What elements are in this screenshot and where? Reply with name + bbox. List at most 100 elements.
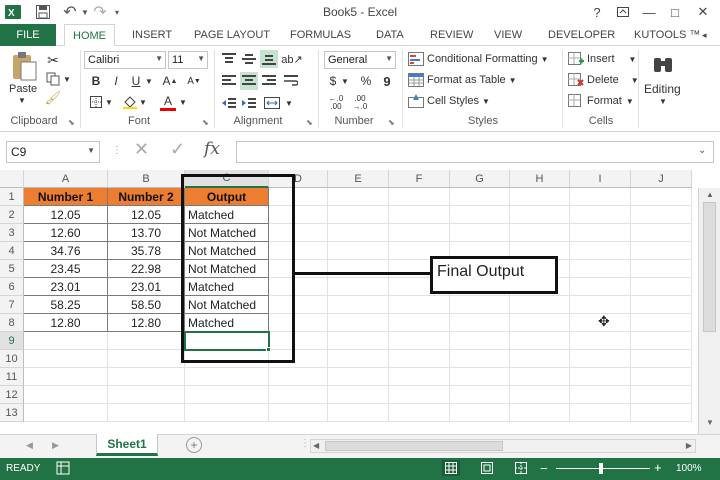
binoculars-icon[interactable] — [648, 52, 678, 78]
horizontal-scroll-thumb[interactable] — [325, 441, 503, 451]
row-header[interactable]: 12 — [0, 386, 24, 404]
prev-sheet-icon[interactable]: ◀ — [26, 440, 33, 451]
tab-view[interactable]: VIEW — [494, 24, 522, 46]
expand-formula-bar-icon[interactable]: ⌄ — [698, 145, 706, 156]
maximize-button[interactable]: □ — [664, 2, 686, 22]
alignment-launcher-icon[interactable]: ⬊ — [306, 118, 313, 127]
copy-dropdown-icon[interactable]: ▼ — [62, 71, 72, 87]
scroll-down-icon[interactable]: ▼ — [706, 418, 714, 427]
grow-font-icon[interactable]: A ▲ — [160, 72, 180, 90]
macro-record-icon[interactable] — [56, 461, 70, 478]
table-cell[interactable]: 58.50 — [108, 296, 185, 314]
paste-button[interactable]: Paste — [9, 83, 37, 95]
row-header[interactable]: 11 — [0, 368, 24, 386]
help-button[interactable]: ? — [586, 2, 608, 22]
top-align-icon[interactable] — [220, 50, 238, 68]
next-sheet-icon[interactable]: ▶ — [52, 440, 59, 451]
format-painter-icon[interactable]: 🖌 — [44, 90, 62, 106]
insert-function-button[interactable]: fx — [204, 139, 220, 159]
row-header[interactable]: 7 — [0, 296, 24, 314]
page-layout-view-icon[interactable] — [478, 460, 496, 476]
column-header-a[interactable]: A — [24, 170, 108, 188]
row-header[interactable]: 1 — [0, 188, 24, 206]
cut-icon[interactable]: ✂ — [44, 52, 62, 68]
select-all-corner[interactable] — [0, 170, 24, 188]
delete-cells-button[interactable]: Delete ▼ — [568, 73, 639, 87]
table-cell[interactable]: 12.05 — [108, 206, 185, 224]
row-header[interactable]: 9 — [0, 332, 24, 350]
table-cell[interactable]: 22.98 — [108, 260, 185, 278]
tab-page-layout[interactable]: PAGE LAYOUT — [194, 24, 270, 46]
scroll-thumb[interactable] — [703, 202, 716, 332]
collapse-ribbon-icon[interactable]: ◂ — [702, 24, 707, 46]
row-header[interactable]: 2 — [0, 206, 24, 224]
table-cell[interactable]: 12.05 — [24, 206, 108, 224]
new-sheet-icon[interactable]: + — [186, 437, 202, 453]
table-cell[interactable]: 58.25 — [24, 296, 108, 314]
tab-splitter-icon[interactable]: ⋮ — [300, 438, 310, 449]
tab-review[interactable]: REVIEW — [430, 24, 473, 46]
number-launcher-icon[interactable]: ⬊ — [388, 118, 395, 127]
confirm-entry-icon[interactable]: ✓ — [170, 139, 185, 160]
column-header-b[interactable]: B — [108, 170, 185, 188]
font-name-combo[interactable]: Calibri ▼ — [84, 51, 166, 69]
borders-dropdown-icon[interactable]: ▼ — [104, 93, 114, 111]
column-header-j[interactable]: J — [631, 170, 692, 188]
row-header[interactable]: 13 — [0, 404, 24, 422]
row-header[interactable]: 3 — [0, 224, 24, 242]
zoom-in-button[interactable]: + — [654, 460, 662, 475]
tab-data[interactable]: DATA — [376, 24, 404, 46]
italic-button[interactable]: I — [108, 72, 124, 90]
table-cell[interactable]: 13.70 — [108, 224, 185, 242]
increase-indent-icon[interactable] — [240, 94, 258, 112]
font-color-icon[interactable]: A — [160, 93, 176, 111]
decrease-indent-icon[interactable] — [220, 94, 238, 112]
tab-insert[interactable]: INSERT — [132, 24, 172, 46]
zoom-out-button[interactable]: − — [540, 461, 548, 476]
table-header-cell[interactable]: Number 1 — [24, 188, 108, 206]
decrease-decimal-icon[interactable]: .00 →.0 — [350, 94, 370, 112]
column-header-f[interactable]: F — [389, 170, 450, 188]
table-cell[interactable]: 35.78 — [108, 242, 185, 260]
page-break-view-icon[interactable] — [512, 460, 530, 476]
horizontal-scrollbar[interactable]: ◀ ▶ — [310, 439, 696, 453]
scroll-left-icon[interactable]: ◀ — [313, 441, 319, 450]
ribbon-display-options-button[interactable] — [612, 2, 634, 22]
table-cell[interactable]: 23.01 — [24, 278, 108, 296]
bottom-align-icon[interactable] — [260, 50, 278, 68]
bold-button[interactable]: B — [88, 72, 104, 90]
paste-dropdown-icon[interactable]: ▼ — [18, 96, 26, 105]
close-button[interactable]: ✕ — [692, 2, 714, 22]
row-header[interactable]: 6 — [0, 278, 24, 296]
shrink-font-icon[interactable]: A ▼ — [184, 72, 204, 90]
fill-color-icon[interactable] — [122, 93, 138, 111]
align-right-icon[interactable] — [260, 72, 278, 90]
underline-button[interactable]: U — [128, 72, 144, 90]
tab-home[interactable]: HOME — [64, 24, 115, 47]
row-header[interactable]: 4 — [0, 242, 24, 260]
column-header-i[interactable]: I — [570, 170, 631, 188]
align-center-icon[interactable] — [240, 72, 258, 90]
font-size-combo[interactable]: 11 ▼ — [168, 51, 208, 69]
zoom-slider-thumb[interactable] — [599, 463, 603, 474]
row-header[interactable]: 10 — [0, 350, 24, 368]
fill-color-dropdown-icon[interactable]: ▼ — [138, 93, 148, 111]
align-left-icon[interactable] — [220, 72, 238, 90]
currency-dropdown-icon[interactable]: ▼ — [340, 72, 350, 90]
increase-decimal-icon[interactable]: ←.0.00 — [326, 94, 346, 112]
merge-center-icon[interactable] — [262, 94, 282, 112]
percent-button[interactable]: % — [358, 72, 374, 90]
cell-styles-button[interactable]: Cell Styles ▼ — [408, 94, 490, 108]
paste-icon[interactable] — [8, 52, 40, 82]
format-as-table-button[interactable]: Format as Table ▼ — [408, 73, 517, 87]
column-header-e[interactable]: E — [328, 170, 389, 188]
font-color-dropdown-icon[interactable]: ▼ — [178, 93, 188, 111]
zoom-slider[interactable] — [556, 468, 650, 469]
borders-icon[interactable] — [88, 93, 104, 111]
tab-formulas[interactable]: FORMULAS — [290, 24, 351, 46]
table-cell[interactable]: 23.01 — [108, 278, 185, 296]
underline-dropdown-icon[interactable]: ▼ — [144, 72, 154, 90]
cancel-entry-icon[interactable]: ✕ — [134, 139, 149, 160]
sheet-tab-sheet1[interactable]: Sheet1 — [96, 434, 158, 456]
insert-cells-button[interactable]: Insert ▼ — [568, 52, 636, 66]
